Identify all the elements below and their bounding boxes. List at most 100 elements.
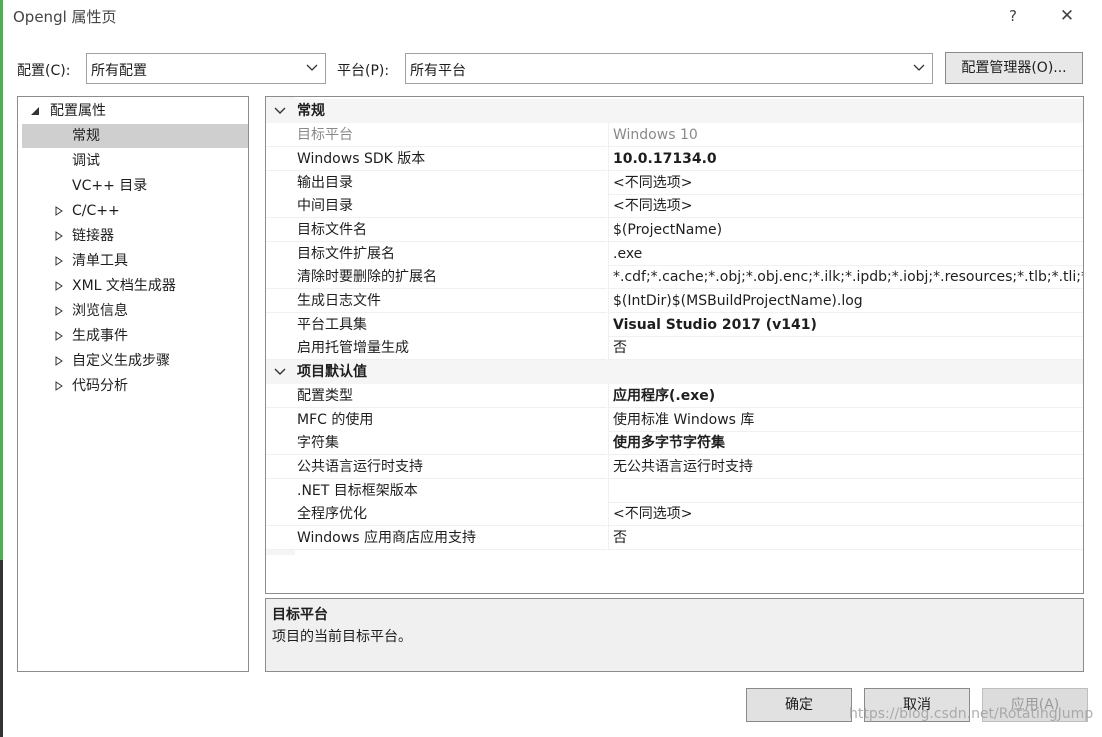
property-row-whole-program-optimization[interactable]: 全程序优化 <不同选项> (266, 502, 1083, 526)
watermark-text: https://blog.csdn.net/RotatingJump (849, 706, 1094, 722)
property-name: MFC 的使用 (266, 408, 607, 432)
tree-item-cpp[interactable]: C/C++ (22, 199, 248, 223)
property-value (608, 479, 1083, 503)
property-value: Windows 10 (608, 123, 1083, 147)
property-row-character-set[interactable]: 字符集 使用多字节字符集 (266, 431, 1083, 455)
property-row-intermediate-directory[interactable]: 中间目录 <不同选项> (266, 194, 1083, 218)
property-name: 目标文件扩展名 (266, 242, 607, 266)
tree-item-code-analysis[interactable]: 代码分析 (22, 374, 248, 398)
tree-item-vc-directories[interactable]: VC++ 目录 (22, 174, 248, 198)
collapsed-triangle-icon (55, 306, 63, 316)
tree-item-label: VC++ 目录 (72, 178, 148, 194)
collapsed-triangle-icon (55, 256, 63, 266)
tree-item-label: 浏览信息 (72, 303, 128, 319)
property-tree: 配置属性 常规 调试 VC++ 目录 C/C++ 链接器 清单工具 XML 文档… (17, 96, 249, 672)
tree-item-build-events[interactable]: 生成事件 (22, 324, 248, 348)
property-row-windows-sdk-version[interactable]: Windows SDK 版本 10.0.17134.0 (266, 147, 1083, 171)
property-row-clr-support[interactable]: 公共语言运行时支持 无公共语言运行时支持 (266, 455, 1083, 479)
chevron-down-icon (306, 64, 318, 71)
collapsed-triangle-icon (55, 206, 63, 216)
tree-item-label: 清单工具 (72, 253, 128, 269)
tree-item-label: 自定义生成步骤 (72, 353, 170, 369)
tree-item-label: 常规 (72, 128, 100, 144)
property-row-net-target-framework[interactable]: .NET 目标框架版本 (266, 479, 1083, 503)
property-row-target-name[interactable]: 目标文件名 $(ProjectName) (266, 218, 1083, 242)
tree-item-label: 调试 (72, 153, 100, 169)
property-name: Windows SDK 版本 (266, 147, 607, 171)
property-value: 10.0.17134.0 (608, 147, 1083, 171)
property-value: 应用程序(.exe) (608, 384, 1083, 408)
tree-item-label: 链接器 (72, 228, 114, 244)
config-combobox[interactable]: 所有配置 (86, 53, 326, 84)
property-value: $(ProjectName) (608, 218, 1083, 242)
property-row-configuration-type[interactable]: 配置类型 应用程序(.exe) (266, 384, 1083, 408)
expanded-triangle-icon (31, 107, 39, 115)
property-row-use-of-mfc[interactable]: MFC 的使用 使用标准 Windows 库 (266, 408, 1083, 432)
tree-item-custom-build-step[interactable]: 自定义生成步骤 (22, 349, 248, 373)
collapsed-triangle-icon (55, 231, 63, 241)
property-grid: 常规 目标平台 Windows 10 Windows SDK 版本 10.0.1… (265, 96, 1084, 594)
description-text: 项目的当前目标平台。 (272, 629, 412, 645)
platform-combobox[interactable]: 所有平台 (405, 53, 933, 84)
property-row-target-extension[interactable]: 目标文件扩展名 .exe (266, 242, 1083, 266)
property-row-extensions-to-delete[interactable]: 清除时要删除的扩展名 *.cdf;*.cache;*.obj;*.obj.enc… (266, 265, 1083, 289)
property-name: 输出目录 (266, 171, 607, 195)
platform-label: 平台(P): (337, 63, 390, 79)
tree-item-xml-doc-generator[interactable]: XML 文档生成器 (22, 274, 248, 298)
collapsed-triangle-icon (55, 281, 63, 291)
collapsed-triangle-icon (55, 381, 63, 391)
category-label: 项目默认值 (297, 364, 367, 380)
category-label: 常规 (297, 103, 325, 119)
configuration-manager-button[interactable]: 配置管理器(O)... (945, 52, 1083, 84)
property-name: 启用托管增量生成 (266, 336, 607, 360)
property-value: $(IntDir)$(MSBuildProjectName).log (608, 289, 1083, 313)
collapsed-triangle-icon (55, 356, 63, 366)
chevron-down-icon (913, 64, 925, 71)
tree-item-debugging[interactable]: 调试 (22, 149, 248, 173)
category-general[interactable]: 常规 (266, 99, 1083, 123)
property-row-platform-toolset[interactable]: 平台工具集 Visual Studio 2017 (v141) (266, 313, 1083, 337)
property-value: .exe (608, 242, 1083, 266)
property-name: 平台工具集 (266, 313, 607, 337)
property-name: 公共语言运行时支持 (266, 455, 607, 479)
property-row-windows-store-app-support[interactable]: Windows 应用商店应用支持 否 (266, 526, 1083, 550)
property-name: 生成日志文件 (266, 289, 607, 313)
tree-item-linker[interactable]: 链接器 (22, 224, 248, 248)
collapsed-triangle-icon (55, 331, 63, 341)
property-name: 字符集 (266, 431, 607, 455)
property-name: Windows 应用商店应用支持 (266, 526, 607, 550)
property-row-output-directory[interactable]: 输出目录 <不同选项> (266, 171, 1083, 195)
close-button[interactable]: ✕ (1053, 4, 1081, 28)
tree-item-general[interactable]: 常规 (22, 124, 248, 148)
property-value: 使用标准 Windows 库 (608, 408, 1083, 432)
property-value: <不同选项> (608, 502, 1083, 526)
property-row-managed-incremental-build[interactable]: 启用托管增量生成 否 (266, 336, 1083, 360)
property-value: 使用多字节字符集 (608, 431, 1083, 455)
tree-item-label: 生成事件 (72, 328, 128, 344)
platform-combobox-value: 所有平台 (410, 63, 466, 79)
property-value: 无公共语言运行时支持 (608, 455, 1083, 479)
chevron-down-icon (274, 107, 286, 114)
property-value: <不同选项> (608, 194, 1083, 218)
property-row-target-platform[interactable]: 目标平台 Windows 10 (266, 123, 1083, 147)
ok-button[interactable]: 确定 (746, 688, 852, 722)
property-name: 中间目录 (266, 194, 607, 218)
property-name: 配置类型 (266, 384, 607, 408)
category-project-defaults[interactable]: 项目默认值 (266, 360, 1083, 384)
tree-item-manifest-tool[interactable]: 清单工具 (22, 249, 248, 273)
description-title: 目标平台 (272, 607, 328, 623)
tree-item-label: XML 文档生成器 (72, 278, 176, 294)
chevron-down-icon (274, 368, 286, 375)
property-name: 全程序优化 (266, 502, 607, 526)
property-name: 清除时要删除的扩展名 (266, 265, 607, 289)
help-button[interactable]: ? (1001, 4, 1025, 28)
tree-item-browse-information[interactable]: 浏览信息 (22, 299, 248, 323)
title-bar: Opengl 属性页 ? ✕ (3, 0, 1102, 34)
property-value: 否 (608, 526, 1083, 550)
property-value: Visual Studio 2017 (v141) (608, 313, 1083, 337)
property-value: 否 (608, 336, 1083, 360)
property-row-build-log-file[interactable]: 生成日志文件 $(IntDir)$(MSBuildProjectName).lo… (266, 289, 1083, 313)
property-name: .NET 目标框架版本 (266, 479, 607, 503)
tree-item-label: 代码分析 (72, 378, 128, 394)
property-value: *.cdf;*.cache;*.obj;*.obj.enc;*.ilk;*.ip… (608, 265, 1083, 289)
